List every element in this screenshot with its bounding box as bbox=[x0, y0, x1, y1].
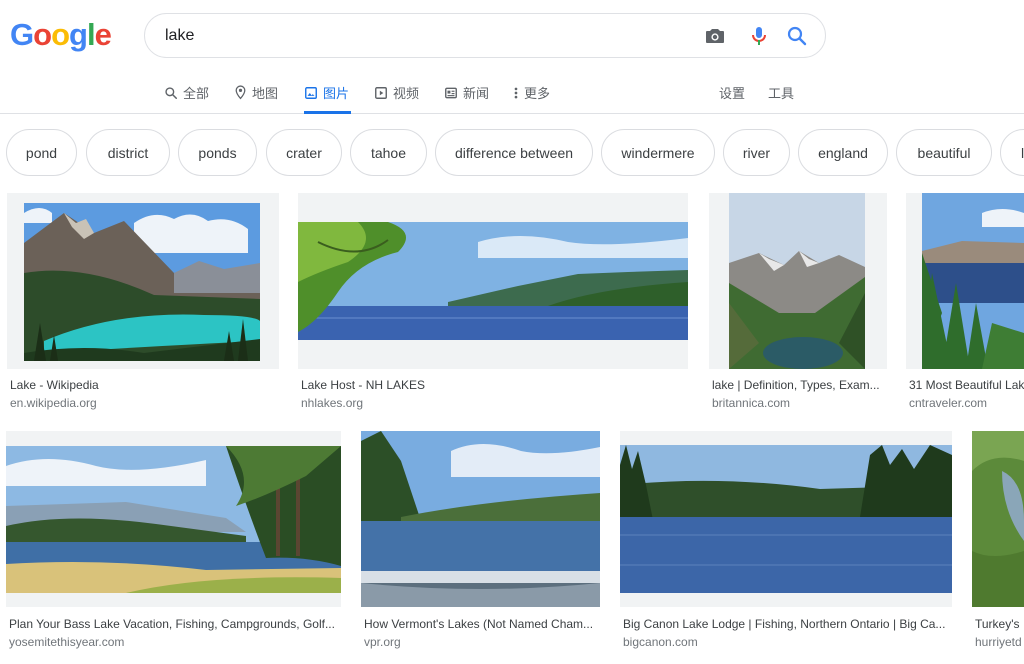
chip[interactable]: beautiful bbox=[896, 129, 992, 176]
tab-videos[interactable]: 视频 bbox=[374, 72, 419, 113]
tab-news[interactable]: 新闻 bbox=[444, 72, 489, 113]
tab-label: 视频 bbox=[393, 86, 420, 101]
result-title: 31 Most Beautiful Lak bbox=[909, 378, 1024, 392]
logo-letter: e bbox=[94, 17, 112, 52]
result-thumbnail bbox=[298, 193, 688, 369]
logo-letter: G bbox=[10, 17, 34, 52]
logo-letter: o bbox=[51, 17, 70, 52]
image-result[interactable]: 31 Most Beautiful Lak cntraveler.com bbox=[906, 193, 1024, 413]
result-thumbnail bbox=[906, 193, 1024, 369]
result-thumbnail bbox=[7, 193, 279, 369]
chip[interactable]: district bbox=[86, 129, 170, 176]
search-tabs: 全部 地图 图片 视频 新闻 更多 设置 工具 bbox=[0, 72, 1024, 114]
logo-letter: l bbox=[86, 17, 96, 52]
result-source: hurriyetd bbox=[975, 635, 1022, 649]
logo-letter: g bbox=[69, 17, 88, 52]
settings-label: 设置 bbox=[719, 86, 746, 101]
image-result[interactable]: Plan Your Bass Lake Vacation, Fishing, C… bbox=[6, 431, 341, 653]
image-icon bbox=[305, 86, 317, 99]
search-icon bbox=[165, 86, 178, 99]
result-thumbnail bbox=[620, 431, 952, 607]
map-pin-icon bbox=[235, 85, 246, 100]
tab-label: 全部 bbox=[183, 86, 210, 101]
google-logo[interactable]: Google bbox=[10, 17, 112, 53]
result-title: Lake - Wikipedia bbox=[10, 378, 99, 392]
tab-label: 图片 bbox=[323, 86, 350, 101]
result-thumbnail bbox=[361, 431, 600, 607]
more-vert-icon bbox=[514, 87, 518, 98]
chip[interactable]: ponds bbox=[178, 129, 257, 176]
result-title: Plan Your Bass Lake Vacation, Fishing, C… bbox=[9, 617, 335, 631]
tab-images[interactable]: 图片 bbox=[304, 72, 352, 114]
result-title: Turkey's bbox=[975, 617, 1020, 631]
chip[interactable]: pond bbox=[6, 129, 77, 176]
logo-letter: o bbox=[33, 17, 52, 52]
result-thumbnail bbox=[709, 193, 887, 369]
settings-button[interactable]: 设置 bbox=[719, 72, 745, 113]
tab-more[interactable]: 更多 bbox=[513, 72, 550, 113]
news-icon bbox=[445, 87, 457, 98]
image-result[interactable]: Big Canon Lake Lodge | Fishing, Northern… bbox=[620, 431, 952, 653]
tab-label: 地图 bbox=[252, 86, 279, 101]
chip[interactable]: windermere bbox=[601, 129, 715, 176]
microphone-icon[interactable] bbox=[747, 24, 771, 48]
tab-label: 更多 bbox=[524, 86, 551, 101]
chip[interactable]: river bbox=[723, 129, 790, 176]
search-input[interactable] bbox=[165, 24, 685, 48]
chip[interactable]: difference between bbox=[435, 129, 593, 176]
image-result[interactable]: Lake - Wikipedia en.wikipedia.org bbox=[7, 193, 279, 413]
result-source: yosemitethisyear.com bbox=[9, 635, 125, 649]
image-result[interactable]: lake | Definition, Types, Exam... britan… bbox=[709, 193, 887, 413]
result-thumbnail bbox=[6, 431, 341, 607]
tab-all[interactable]: 全部 bbox=[164, 72, 209, 113]
search-box bbox=[144, 13, 826, 58]
result-source: nhlakes.org bbox=[301, 396, 364, 410]
chip[interactable]: england bbox=[798, 129, 888, 176]
camera-icon[interactable] bbox=[703, 24, 727, 48]
chip[interactable]: tahoe bbox=[350, 129, 427, 176]
chip[interactable]: crater bbox=[266, 129, 342, 176]
result-title: Lake Host - NH LAKES bbox=[301, 378, 426, 392]
result-title: Big Canon Lake Lodge | Fishing, Northern… bbox=[623, 617, 946, 631]
result-source: vpr.org bbox=[364, 635, 401, 649]
tab-label: 新闻 bbox=[463, 86, 490, 101]
image-result[interactable]: How Vermont's Lakes (Not Named Cham... v… bbox=[361, 431, 600, 653]
result-source: britannica.com bbox=[712, 396, 791, 410]
image-result[interactable]: Turkey's hurriyetd bbox=[972, 431, 1024, 653]
tab-maps[interactable]: 地图 bbox=[234, 72, 278, 113]
result-source: bigcanon.com bbox=[623, 635, 698, 649]
related-searches-chips: pond district ponds crater tahoe differe… bbox=[0, 129, 1024, 177]
result-title: lake | Definition, Types, Exam... bbox=[712, 378, 880, 392]
result-thumbnail bbox=[972, 431, 1024, 607]
chip[interactable]: l bbox=[1000, 129, 1024, 176]
result-source: cntraveler.com bbox=[909, 396, 988, 410]
result-source: en.wikipedia.org bbox=[10, 396, 97, 410]
search-icon[interactable] bbox=[785, 24, 809, 48]
tools-label: 工具 bbox=[768, 86, 795, 101]
tools-button[interactable]: 工具 bbox=[768, 72, 794, 113]
image-result[interactable]: Lake Host - NH LAKES nhlakes.org bbox=[298, 193, 688, 413]
play-icon bbox=[375, 86, 387, 99]
result-title: How Vermont's Lakes (Not Named Cham... bbox=[364, 617, 594, 631]
